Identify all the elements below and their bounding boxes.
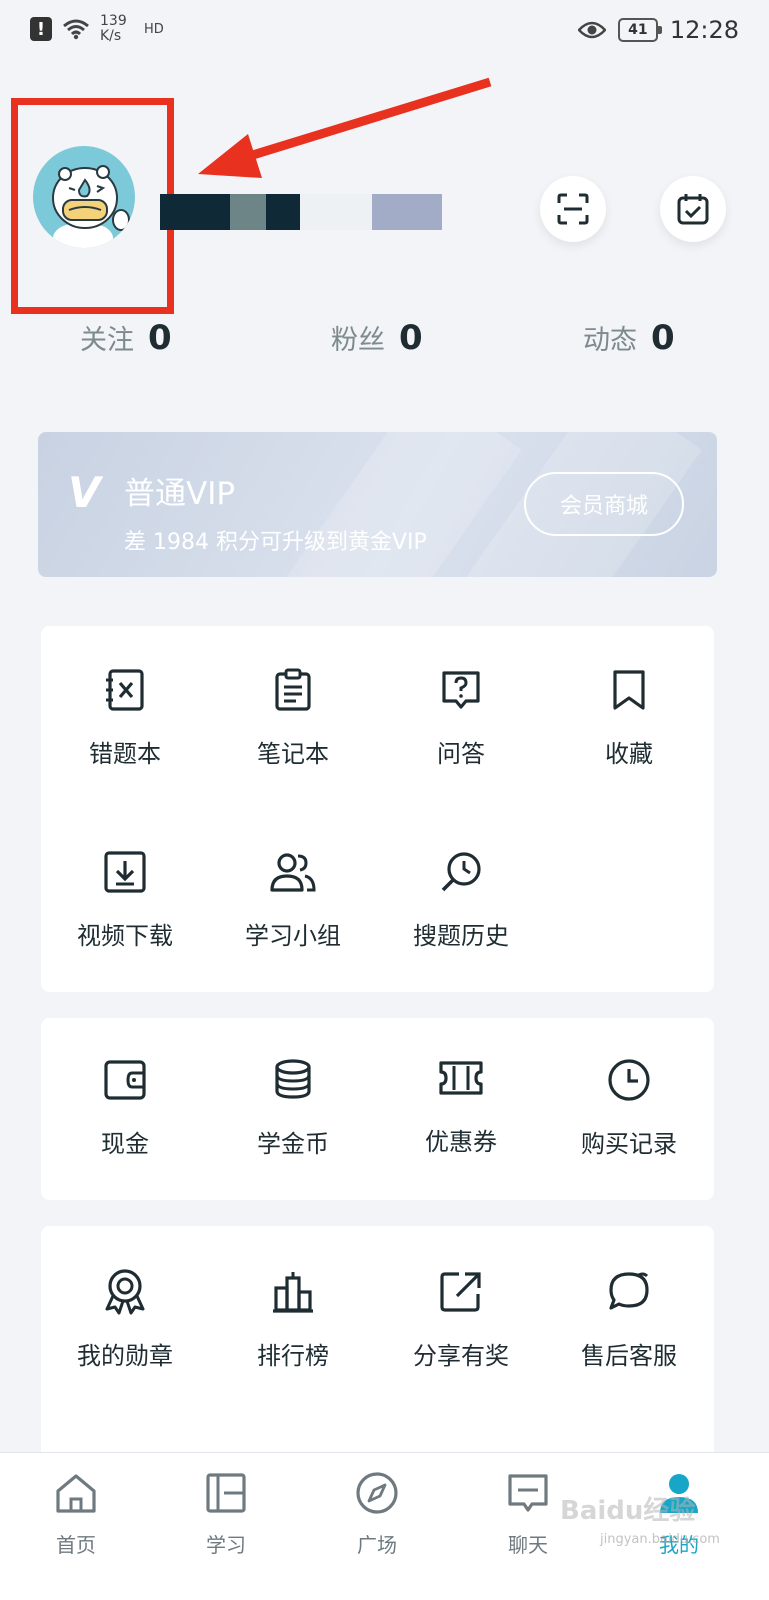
wrong-book-icon bbox=[101, 666, 149, 714]
battery-indicator: 41 bbox=[617, 18, 662, 42]
download-icon bbox=[101, 848, 149, 896]
stat-value: 0 bbox=[148, 318, 172, 358]
menu-item-label: 搜题历史 bbox=[413, 922, 509, 950]
hd-indicator: HD bbox=[144, 21, 164, 37]
status-bar: ! 139 K/s HD 41 12:28 bbox=[0, 0, 769, 60]
ranking-icon bbox=[269, 1268, 317, 1316]
notebook-icon bbox=[269, 666, 317, 714]
menu-item-label: 我的勋章 bbox=[77, 1342, 173, 1370]
net-speed: 139 K/s bbox=[100, 14, 134, 44]
profile-stats: 关注 0 粉丝 0 动态 0 bbox=[0, 318, 769, 368]
nav-label: 聊天 bbox=[508, 1533, 548, 1557]
scan-button[interactable] bbox=[540, 176, 606, 242]
stat-label: 动态 bbox=[583, 325, 637, 356]
stat-label: 关注 bbox=[80, 325, 134, 356]
eye-icon bbox=[577, 20, 606, 40]
menu-item-wrong-book[interactable]: 错题本 bbox=[41, 666, 209, 769]
medal-icon bbox=[101, 1268, 149, 1316]
vip-title: 普通VIP bbox=[124, 476, 236, 512]
clock-time: 12:28 bbox=[669, 16, 739, 44]
bookmark-icon bbox=[605, 666, 653, 714]
vip-subtitle: 差 1984 积分可升级到黄金VIP bbox=[124, 530, 427, 555]
nav-label: 首页 bbox=[56, 1533, 96, 1557]
question-icon bbox=[437, 666, 485, 714]
menu-item-notebook[interactable]: 笔记本 bbox=[209, 666, 377, 769]
menu-item-label: 学习小组 bbox=[245, 922, 341, 950]
checkin-button[interactable] bbox=[660, 176, 726, 242]
menu-item-favorites[interactable]: 收藏 bbox=[545, 666, 713, 769]
menu-item-label: 购买记录 bbox=[581, 1130, 677, 1158]
member-mall-button[interactable]: 会员商城 bbox=[524, 472, 684, 536]
stat-followers[interactable]: 粉丝 0 bbox=[331, 318, 423, 358]
annotation-highlight-box bbox=[11, 98, 174, 314]
search-history-icon bbox=[437, 848, 485, 896]
nav-study[interactable]: 学习 bbox=[166, 1471, 286, 1558]
study-tools-card: 错题本 笔记本 问答 收藏 视频下载 学习小组 搜题历史 bbox=[41, 626, 714, 992]
study-icon bbox=[204, 1471, 248, 1515]
service-icon bbox=[605, 1268, 653, 1316]
menu-item-ranking[interactable]: 排行榜 bbox=[209, 1268, 377, 1371]
stat-value: 0 bbox=[399, 318, 423, 358]
nav-chat[interactable]: 聊天 bbox=[468, 1471, 588, 1558]
coins-icon bbox=[269, 1056, 317, 1104]
menu-item-purchase-history[interactable]: 购买记录 bbox=[545, 1056, 713, 1159]
calendar-check-icon bbox=[677, 194, 709, 225]
menu-item-label: 学金币 bbox=[257, 1130, 329, 1158]
menu-item-cash[interactable]: 现金 bbox=[41, 1056, 209, 1159]
menu-item-label: 分享有奖 bbox=[413, 1342, 509, 1370]
net-speed-unit: K/s bbox=[100, 28, 122, 44]
wallet-card: 现金 学金币 优惠券 购买记录 bbox=[41, 1018, 714, 1200]
coupon-icon bbox=[437, 1054, 485, 1102]
menu-item-label: 排行榜 bbox=[257, 1342, 329, 1370]
profile-icon bbox=[657, 1471, 701, 1515]
nav-label: 学习 bbox=[206, 1533, 246, 1557]
menu-item-label: 售后客服 bbox=[581, 1342, 677, 1370]
menu-item-qa[interactable]: 问答 bbox=[377, 666, 545, 769]
wallet-icon bbox=[101, 1056, 149, 1104]
menu-item-label: 错题本 bbox=[89, 740, 161, 768]
menu-item-search-history[interactable]: 搜题历史 bbox=[377, 848, 545, 951]
status-right: 41 12:28 bbox=[577, 16, 739, 44]
scan-icon bbox=[557, 193, 589, 225]
home-icon bbox=[54, 1471, 98, 1515]
vip-logo-icon: V bbox=[68, 468, 101, 517]
menu-item-label: 现金 bbox=[101, 1130, 149, 1158]
compass-icon bbox=[355, 1471, 399, 1515]
stat-following[interactable]: 关注 0 bbox=[80, 318, 172, 358]
alert-icon: ! bbox=[30, 17, 52, 41]
menu-item-label: 笔记本 bbox=[257, 740, 329, 768]
status-left: ! 139 K/s HD bbox=[30, 14, 164, 44]
stat-label: 粉丝 bbox=[331, 325, 385, 356]
annotation-arrow bbox=[190, 70, 500, 190]
nav-label: 广场 bbox=[357, 1533, 397, 1557]
username-redacted bbox=[160, 194, 442, 230]
group-icon bbox=[269, 848, 317, 896]
menu-item-video-download[interactable]: 视频下载 bbox=[41, 848, 209, 951]
menu-item-study-group[interactable]: 学习小组 bbox=[209, 848, 377, 951]
menu-item-medals[interactable]: 我的勋章 bbox=[41, 1268, 209, 1371]
vip-card[interactable]: V 普通VIP 差 1984 积分可升级到黄金VIP 会员商城 bbox=[38, 432, 717, 577]
menu-item-label: 问答 bbox=[437, 740, 485, 768]
more-services-card: 我的勋章 排行榜 分享有奖 售后客服 bbox=[41, 1226, 714, 1466]
stat-posts[interactable]: 动态 0 bbox=[583, 318, 675, 358]
menu-item-coupon[interactable]: 优惠券 bbox=[377, 1054, 545, 1157]
bottom-navigation: 首页 学习 广场 聊天 我的 bbox=[0, 1452, 769, 1600]
clock-icon bbox=[605, 1056, 653, 1104]
menu-item-label: 收藏 bbox=[605, 740, 653, 768]
share-icon bbox=[437, 1268, 485, 1316]
menu-item-customer-service[interactable]: 售后客服 bbox=[545, 1268, 713, 1371]
nav-square[interactable]: 广场 bbox=[317, 1471, 437, 1558]
menu-item-label: 优惠券 bbox=[425, 1128, 497, 1156]
net-speed-value: 139 bbox=[100, 13, 127, 29]
menu-item-label: 视频下载 bbox=[77, 922, 173, 950]
wifi-icon bbox=[62, 18, 90, 40]
nav-home[interactable]: 首页 bbox=[16, 1471, 136, 1558]
chat-icon bbox=[506, 1471, 550, 1515]
watermark-url: jingyan.baidu.com bbox=[600, 1532, 720, 1547]
menu-item-coins[interactable]: 学金币 bbox=[209, 1056, 377, 1159]
stat-value: 0 bbox=[651, 318, 675, 358]
menu-item-share-reward[interactable]: 分享有奖 bbox=[377, 1268, 545, 1371]
